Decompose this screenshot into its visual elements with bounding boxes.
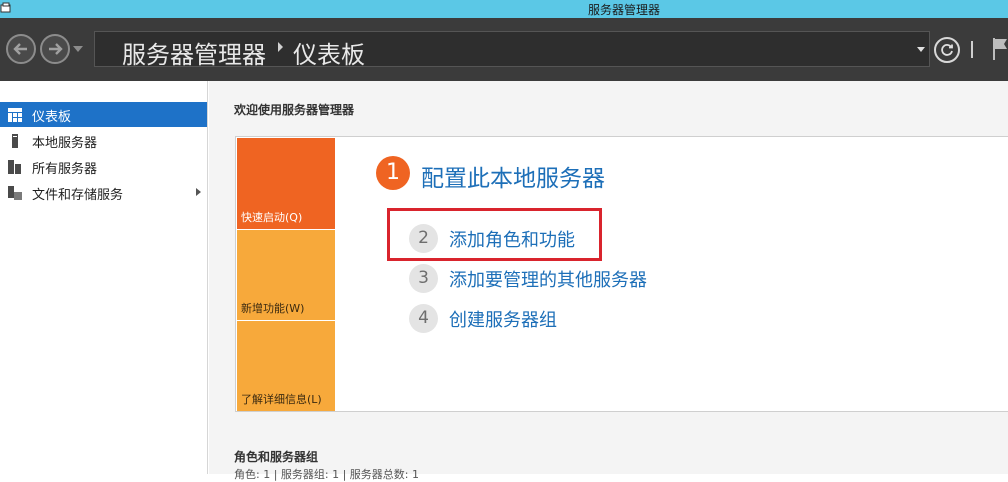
breadcrumb-root[interactable]: 服务器管理器 xyxy=(122,35,266,70)
history-dropdown-icon[interactable] xyxy=(73,46,83,52)
breadcrumb[interactable]: 服务器管理器 仪表板 xyxy=(94,31,930,70)
step-number-badge: 1 xyxy=(376,156,410,190)
arrow-left-icon xyxy=(13,43,27,55)
dashboard-icon xyxy=(8,108,22,122)
sidebar-item-label: 所有服务器 xyxy=(32,162,98,177)
step-number-badge: 3 xyxy=(409,264,438,293)
tile-quick-start[interactable]: 快速启动(Q) xyxy=(237,138,335,229)
tile-whats-new[interactable]: 新增功能(W) xyxy=(237,230,335,320)
back-button[interactable] xyxy=(6,34,36,64)
refresh-icon xyxy=(941,44,953,56)
step-link[interactable]: 添加要管理的其他服务器 xyxy=(449,266,647,292)
forward-button[interactable] xyxy=(40,34,70,64)
sidebar-item-local-server[interactable]: 本地服务器 xyxy=(0,128,207,153)
step-link[interactable]: 配置此本地服务器 xyxy=(421,159,605,193)
welcome-panel: 快速启动(Q) 新增功能(W) 了解详细信息(L) 1 配置此本地服务器 2 添… xyxy=(235,136,1008,412)
storage-icon xyxy=(8,186,22,200)
arrow-right-icon xyxy=(49,43,63,55)
sidebar-item-label: 本地服务器 xyxy=(32,136,98,151)
tile-label: 新增功能(W) xyxy=(241,302,305,315)
notifications-flag-icon[interactable] xyxy=(992,37,1008,61)
breadcrumb-separator-icon xyxy=(278,42,283,52)
server-icon xyxy=(12,134,18,148)
sidebar-item-label: 仪表板 xyxy=(32,110,72,125)
app-icon xyxy=(0,2,11,13)
refresh-button[interactable] xyxy=(934,37,960,63)
welcome-heading: 欢迎使用服务器管理器 xyxy=(234,103,355,117)
roles-summary: 角色: 1 | 服务器组: 1 | 服务器总数: 1 xyxy=(234,468,420,481)
tile-label: 快速启动(Q) xyxy=(241,211,303,224)
highlight-box xyxy=(387,208,602,261)
main-content: 欢迎使用服务器管理器 快速启动(Q) 新增功能(W) 了解详细信息(L) 1 配… xyxy=(209,81,1008,481)
title-bar: 服务器管理器 xyxy=(0,0,1008,18)
navigation-bar: 服务器管理器 仪表板 xyxy=(0,18,1008,81)
sidebar: 仪表板 本地服务器 所有服务器 文件和存储服务 xyxy=(0,81,208,474)
sidebar-item-all-servers[interactable]: 所有服务器 xyxy=(0,154,207,179)
roles-section-title: 角色和服务器组 xyxy=(234,450,319,464)
step-number-badge: 4 xyxy=(409,304,438,333)
expand-arrow-icon[interactable] xyxy=(196,188,201,196)
sidebar-item-label: 文件和存储服务 xyxy=(32,188,124,203)
servers-icon xyxy=(8,160,21,174)
toolbar-divider xyxy=(971,41,973,58)
tile-learn-more[interactable]: 了解详细信息(L) xyxy=(237,321,335,411)
breadcrumb-dropdown-icon[interactable] xyxy=(917,47,925,52)
sidebar-item-dashboard[interactable]: 仪表板 xyxy=(0,102,207,127)
step-link[interactable]: 创建服务器组 xyxy=(449,306,557,332)
sidebar-item-file-storage[interactable]: 文件和存储服务 xyxy=(0,180,207,205)
window-title: 服务器管理器 xyxy=(588,3,661,17)
tile-label: 了解详细信息(L) xyxy=(241,393,322,406)
breadcrumb-current: 仪表板 xyxy=(293,41,365,69)
